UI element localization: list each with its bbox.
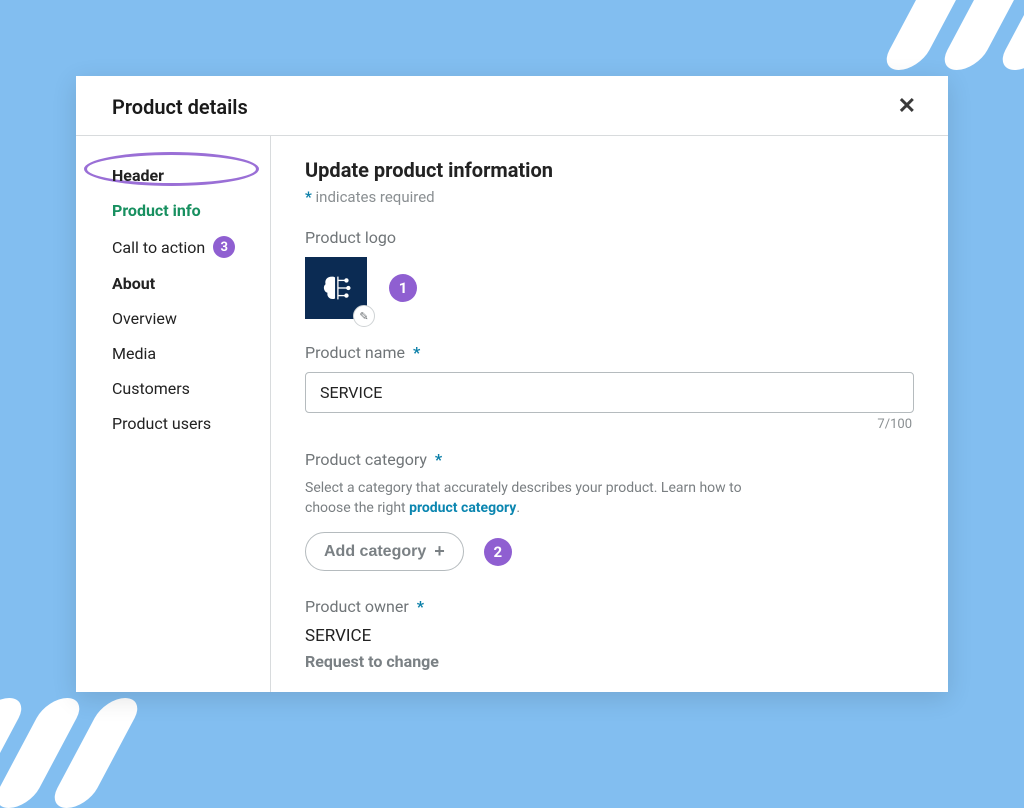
product-owner-value: SERVICE	[305, 626, 914, 646]
product-category-help-link[interactable]: product category	[409, 500, 516, 516]
brain-circuit-icon	[317, 269, 355, 307]
sidebar-item-label: Product users	[112, 414, 211, 433]
product-name-label: Product name *	[305, 343, 914, 362]
product-name-char-count: 7/100	[305, 417, 912, 432]
close-icon[interactable]: ✕	[890, 90, 924, 123]
category-row: Add category + 2	[305, 532, 914, 571]
product-logo: ✎	[305, 257, 367, 319]
background-stripes-top-right	[879, 0, 1024, 70]
background-stripes-bottom-left	[0, 698, 145, 808]
request-to-change-link[interactable]: Request to change	[305, 652, 914, 671]
annotation-badge-2: 2	[484, 538, 512, 566]
sidebar-item-label: Overview	[112, 309, 177, 328]
sidebar-item-product-users[interactable]: Product users	[76, 406, 270, 441]
sidebar-item-label: Customers	[112, 379, 190, 398]
plus-icon: +	[434, 541, 445, 562]
product-name-input[interactable]	[305, 372, 914, 413]
add-category-label: Add category	[324, 543, 426, 561]
edit-logo-button[interactable]: ✎	[353, 305, 375, 327]
required-note: * indicates required	[305, 188, 914, 206]
sidebar-item-label: Media	[112, 344, 156, 363]
annotation-badge-1: 1	[389, 274, 417, 302]
product-details-modal: Product details ✕ Header Product info Ca…	[76, 76, 948, 692]
sidebar-item-product-info[interactable]: Product info	[76, 193, 270, 228]
product-category-help: Select a category that accurately descri…	[305, 479, 765, 518]
product-logo-label: Product logo	[305, 228, 914, 247]
add-category-button[interactable]: Add category +	[305, 532, 464, 571]
required-star-icon: *	[413, 343, 420, 362]
sidebar-item-label: About	[112, 274, 155, 293]
modal-body: Header Product info Call to action 3 Abo…	[76, 136, 948, 692]
sidebar-item-customers[interactable]: Customers	[76, 371, 270, 406]
sidebar: Header Product info Call to action 3 Abo…	[76, 136, 271, 692]
annotation-badge-3: 3	[213, 236, 235, 258]
modal-title: Product details	[112, 95, 248, 119]
required-star-icon: *	[305, 188, 312, 206]
product-owner-label: Product owner *	[305, 597, 914, 616]
sidebar-item-about[interactable]: About	[76, 266, 270, 301]
required-star-icon: *	[417, 597, 424, 616]
sidebar-item-call-to-action[interactable]: Call to action 3	[76, 228, 270, 266]
sidebar-item-label: Header	[112, 166, 164, 185]
main-panel: Update product information * indicates r…	[271, 136, 948, 692]
required-text: indicates required	[312, 188, 435, 206]
sidebar-item-label: Call to action	[112, 238, 205, 257]
section-heading: Update product information	[305, 158, 914, 182]
product-category-label: Product category *	[305, 450, 914, 469]
sidebar-item-overview[interactable]: Overview	[76, 301, 270, 336]
sidebar-item-header[interactable]: Header	[76, 158, 270, 193]
modal-header: Product details ✕	[76, 76, 948, 136]
pencil-icon: ✎	[359, 310, 368, 323]
sidebar-item-media[interactable]: Media	[76, 336, 270, 371]
product-logo-row: ✎ 1	[305, 257, 914, 319]
sidebar-item-label: Product info	[112, 201, 201, 220]
required-star-icon: *	[435, 450, 442, 469]
